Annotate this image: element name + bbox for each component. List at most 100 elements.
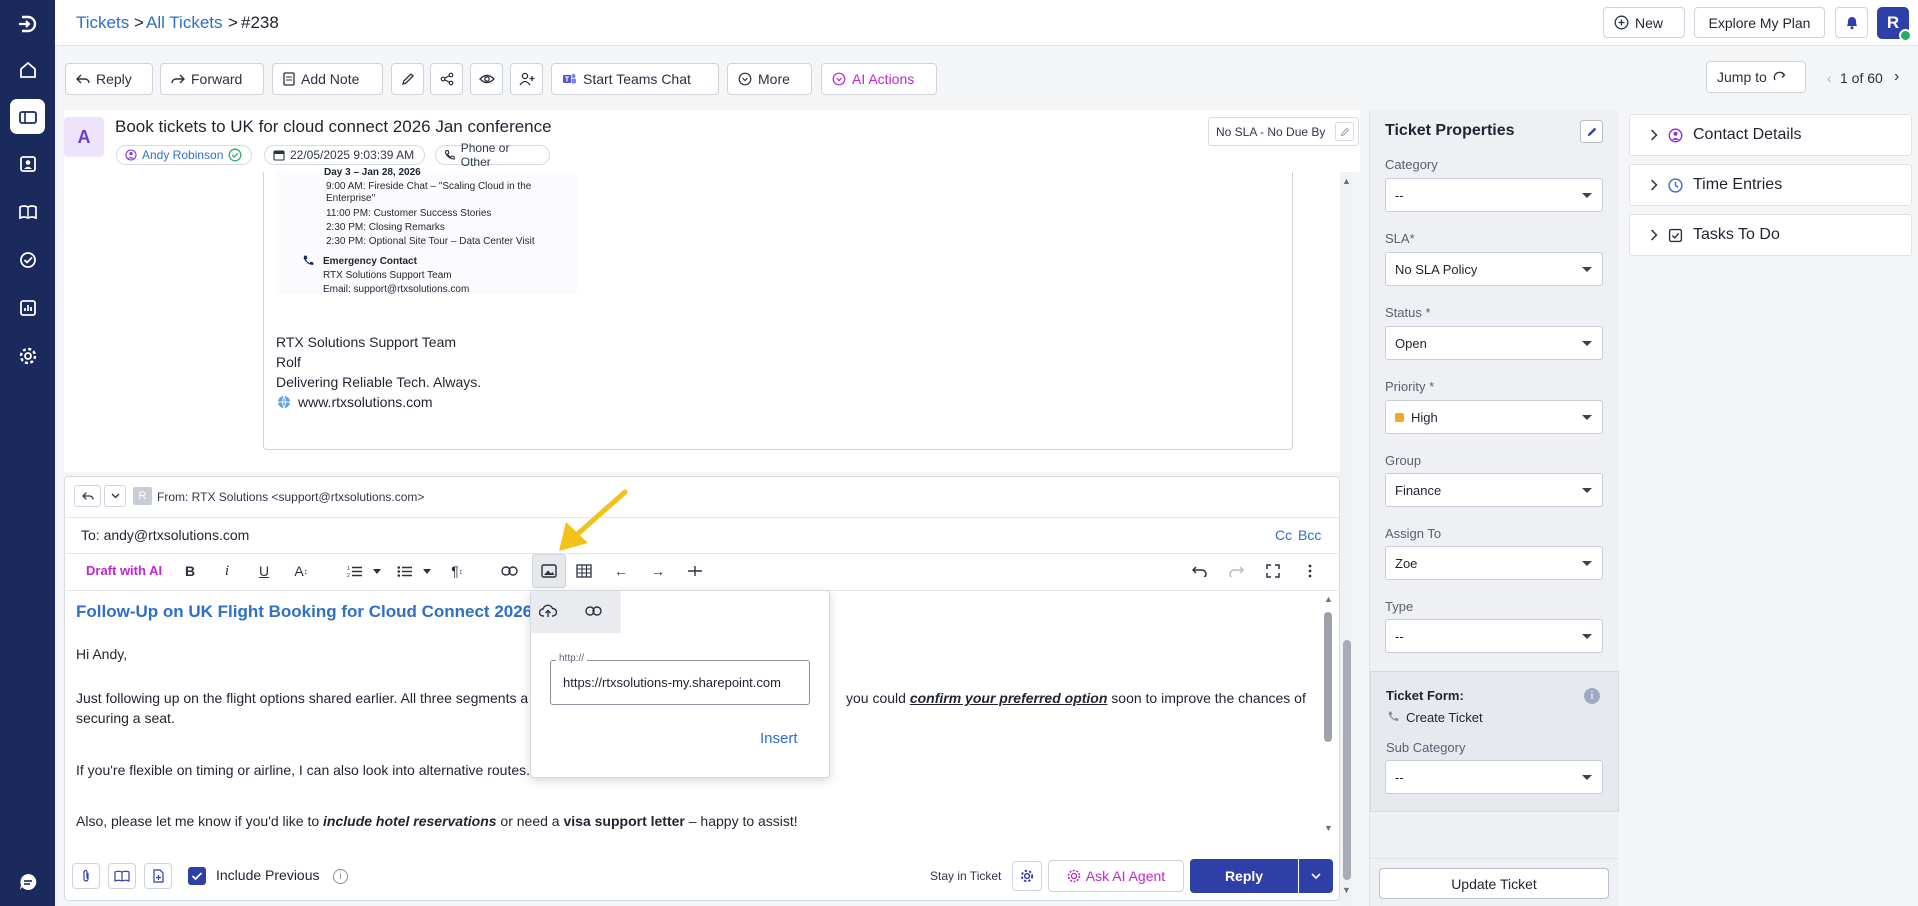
bcc-link[interactable]: Bcc bbox=[1298, 527, 1321, 543]
new-button[interactable]: New bbox=[1603, 7, 1685, 38]
contact-details-section[interactable]: Contact Details bbox=[1629, 114, 1912, 156]
table-icon[interactable] bbox=[571, 558, 597, 584]
group-select[interactable]: Finance bbox=[1385, 473, 1603, 507]
eye-icon bbox=[478, 74, 495, 84]
update-ticket-button[interactable]: Update Ticket bbox=[1379, 868, 1609, 899]
reply-settings-button[interactable] bbox=[1012, 861, 1042, 891]
previous-ticket-icon[interactable]: ‹ bbox=[1827, 70, 1832, 86]
ask-ai-agent-button[interactable]: Ask AI Agent bbox=[1048, 860, 1184, 892]
info-icon[interactable]: i bbox=[1584, 688, 1600, 704]
info-icon[interactable]: i bbox=[333, 869, 348, 884]
send-reply-button[interactable]: Reply bbox=[1190, 859, 1298, 893]
explore-plan-button[interactable]: Explore My Plan bbox=[1694, 7, 1825, 38]
signature-website[interactable]: www.rtxsolutions.com bbox=[298, 394, 433, 410]
edit-button[interactable] bbox=[391, 63, 424, 95]
scroll-up-icon[interactable]: ▲ bbox=[1342, 176, 1351, 186]
chevron-down-icon[interactable] bbox=[420, 558, 434, 584]
phone-icon bbox=[444, 150, 455, 160]
link-icon[interactable] bbox=[496, 558, 522, 584]
add-note-button[interactable]: Add Note bbox=[272, 63, 383, 95]
attach-button[interactable] bbox=[72, 863, 100, 889]
start-teams-chat-button[interactable]: Start Teams Chat bbox=[551, 63, 719, 95]
home-icon[interactable] bbox=[10, 52, 45, 87]
outdent-icon[interactable]: ← bbox=[608, 558, 634, 584]
send-options-button[interactable] bbox=[1299, 859, 1333, 893]
ai-actions-button[interactable]: AI Actions bbox=[821, 63, 937, 95]
italic-icon[interactable]: i bbox=[214, 558, 240, 584]
chevron-down-icon[interactable] bbox=[370, 558, 384, 584]
insert-template-button[interactable] bbox=[144, 863, 172, 889]
jump-to-button[interactable]: Jump to bbox=[1706, 61, 1806, 93]
reply-mode-button[interactable] bbox=[74, 485, 101, 507]
editor-scrollbar-thumb[interactable] bbox=[1324, 612, 1332, 742]
by-url-tab-icon[interactable] bbox=[580, 598, 606, 624]
logo-icon[interactable] bbox=[10, 6, 45, 41]
include-previous-checkbox[interactable] bbox=[188, 867, 206, 885]
notifications-button[interactable] bbox=[1835, 7, 1868, 38]
redo-icon[interactable] bbox=[1223, 558, 1249, 584]
to-field[interactable]: To: andy@rtxsolutions.com bbox=[81, 527, 249, 543]
insert-image-icon[interactable] bbox=[532, 554, 566, 588]
group-label: Group bbox=[1385, 453, 1422, 468]
share-button[interactable] bbox=[430, 63, 463, 95]
reply-mode-dropdown[interactable] bbox=[104, 485, 126, 507]
indent-icon[interactable]: → bbox=[645, 558, 671, 584]
tasks-icon[interactable] bbox=[10, 242, 45, 277]
scroll-down-icon[interactable]: ▼ bbox=[1342, 885, 1351, 895]
chat-icon[interactable] bbox=[10, 864, 45, 899]
font-size-icon[interactable]: A ↕ bbox=[288, 558, 314, 584]
plus-circle-icon bbox=[1614, 15, 1629, 30]
from-badge: R bbox=[133, 487, 152, 505]
status-select[interactable]: Open bbox=[1385, 326, 1603, 360]
category-select[interactable]: -- bbox=[1385, 178, 1603, 212]
breadcrumb-all-tickets[interactable]: All Tickets bbox=[146, 13, 223, 33]
priority-label: Priority * bbox=[1385, 379, 1434, 394]
tickets-icon[interactable] bbox=[10, 99, 45, 134]
insert-button[interactable]: Insert bbox=[760, 730, 798, 747]
edit-sla-icon[interactable] bbox=[1335, 122, 1354, 141]
fullscreen-icon[interactable] bbox=[1260, 558, 1286, 584]
assign-to-select[interactable]: Zoe bbox=[1385, 546, 1603, 580]
reply-button[interactable]: Reply bbox=[65, 63, 153, 95]
sparkle-icon bbox=[1067, 869, 1081, 883]
reports-icon[interactable] bbox=[10, 290, 45, 325]
draft-with-ai-button[interactable]: Draft with AI bbox=[86, 563, 162, 578]
more-options-icon[interactable] bbox=[1297, 558, 1323, 584]
contacts-icon[interactable] bbox=[10, 146, 45, 181]
ordered-list-icon[interactable]: 12 bbox=[342, 558, 368, 584]
agenda-line: Enterprise" bbox=[326, 193, 376, 204]
paragraph-icon[interactable]: ¶ ↕ bbox=[444, 558, 470, 584]
bullet-list-icon[interactable] bbox=[392, 558, 418, 584]
knowledge-base-icon[interactable] bbox=[10, 194, 45, 229]
editor-scroll-down-icon[interactable]: ▼ bbox=[1324, 823, 1333, 833]
forward-button[interactable]: Forward bbox=[160, 63, 264, 95]
time-entries-section[interactable]: Time Entries bbox=[1629, 164, 1912, 206]
type-select[interactable]: -- bbox=[1385, 619, 1603, 653]
undo-icon[interactable] bbox=[1186, 558, 1212, 584]
horizontal-rule-icon[interactable] bbox=[682, 558, 708, 584]
cc-link[interactable]: Cc bbox=[1275, 527, 1292, 543]
from-field[interactable]: From: RTX Solutions <support@rtxsolution… bbox=[157, 490, 424, 504]
settings-icon[interactable] bbox=[10, 338, 45, 373]
priority-select[interactable]: High bbox=[1385, 400, 1603, 434]
watch-button[interactable] bbox=[470, 63, 503, 95]
sla-badge[interactable]: No SLA - No Due By bbox=[1208, 117, 1359, 146]
breadcrumb-tickets[interactable]: Tickets bbox=[76, 13, 129, 33]
user-add-icon bbox=[518, 72, 534, 86]
more-button[interactable]: More bbox=[727, 63, 812, 95]
assign-agent-button[interactable] bbox=[510, 63, 543, 95]
next-ticket-icon[interactable]: › bbox=[1894, 68, 1899, 86]
requester-chip[interactable]: Andy Robinson bbox=[116, 145, 252, 165]
upload-tab-icon[interactable] bbox=[535, 598, 561, 624]
tasks-to-do-section[interactable]: Tasks To Do bbox=[1629, 214, 1912, 256]
sub-category-select[interactable]: -- bbox=[1385, 760, 1603, 794]
sla-label: SLA* bbox=[1385, 231, 1415, 246]
editor-scroll-up-icon[interactable]: ▲ bbox=[1324, 594, 1333, 604]
insert-article-button[interactable] bbox=[108, 863, 136, 889]
scrollbar-thumb[interactable] bbox=[1343, 640, 1351, 880]
underline-icon[interactable]: U bbox=[251, 558, 277, 584]
bold-icon[interactable]: B bbox=[177, 558, 203, 584]
image-url-value[interactable]: https://rtxsolutions-my.sharepoint.com bbox=[563, 675, 801, 690]
sla-select[interactable]: No SLA Policy bbox=[1385, 252, 1603, 286]
edit-properties-button[interactable] bbox=[1580, 120, 1603, 143]
